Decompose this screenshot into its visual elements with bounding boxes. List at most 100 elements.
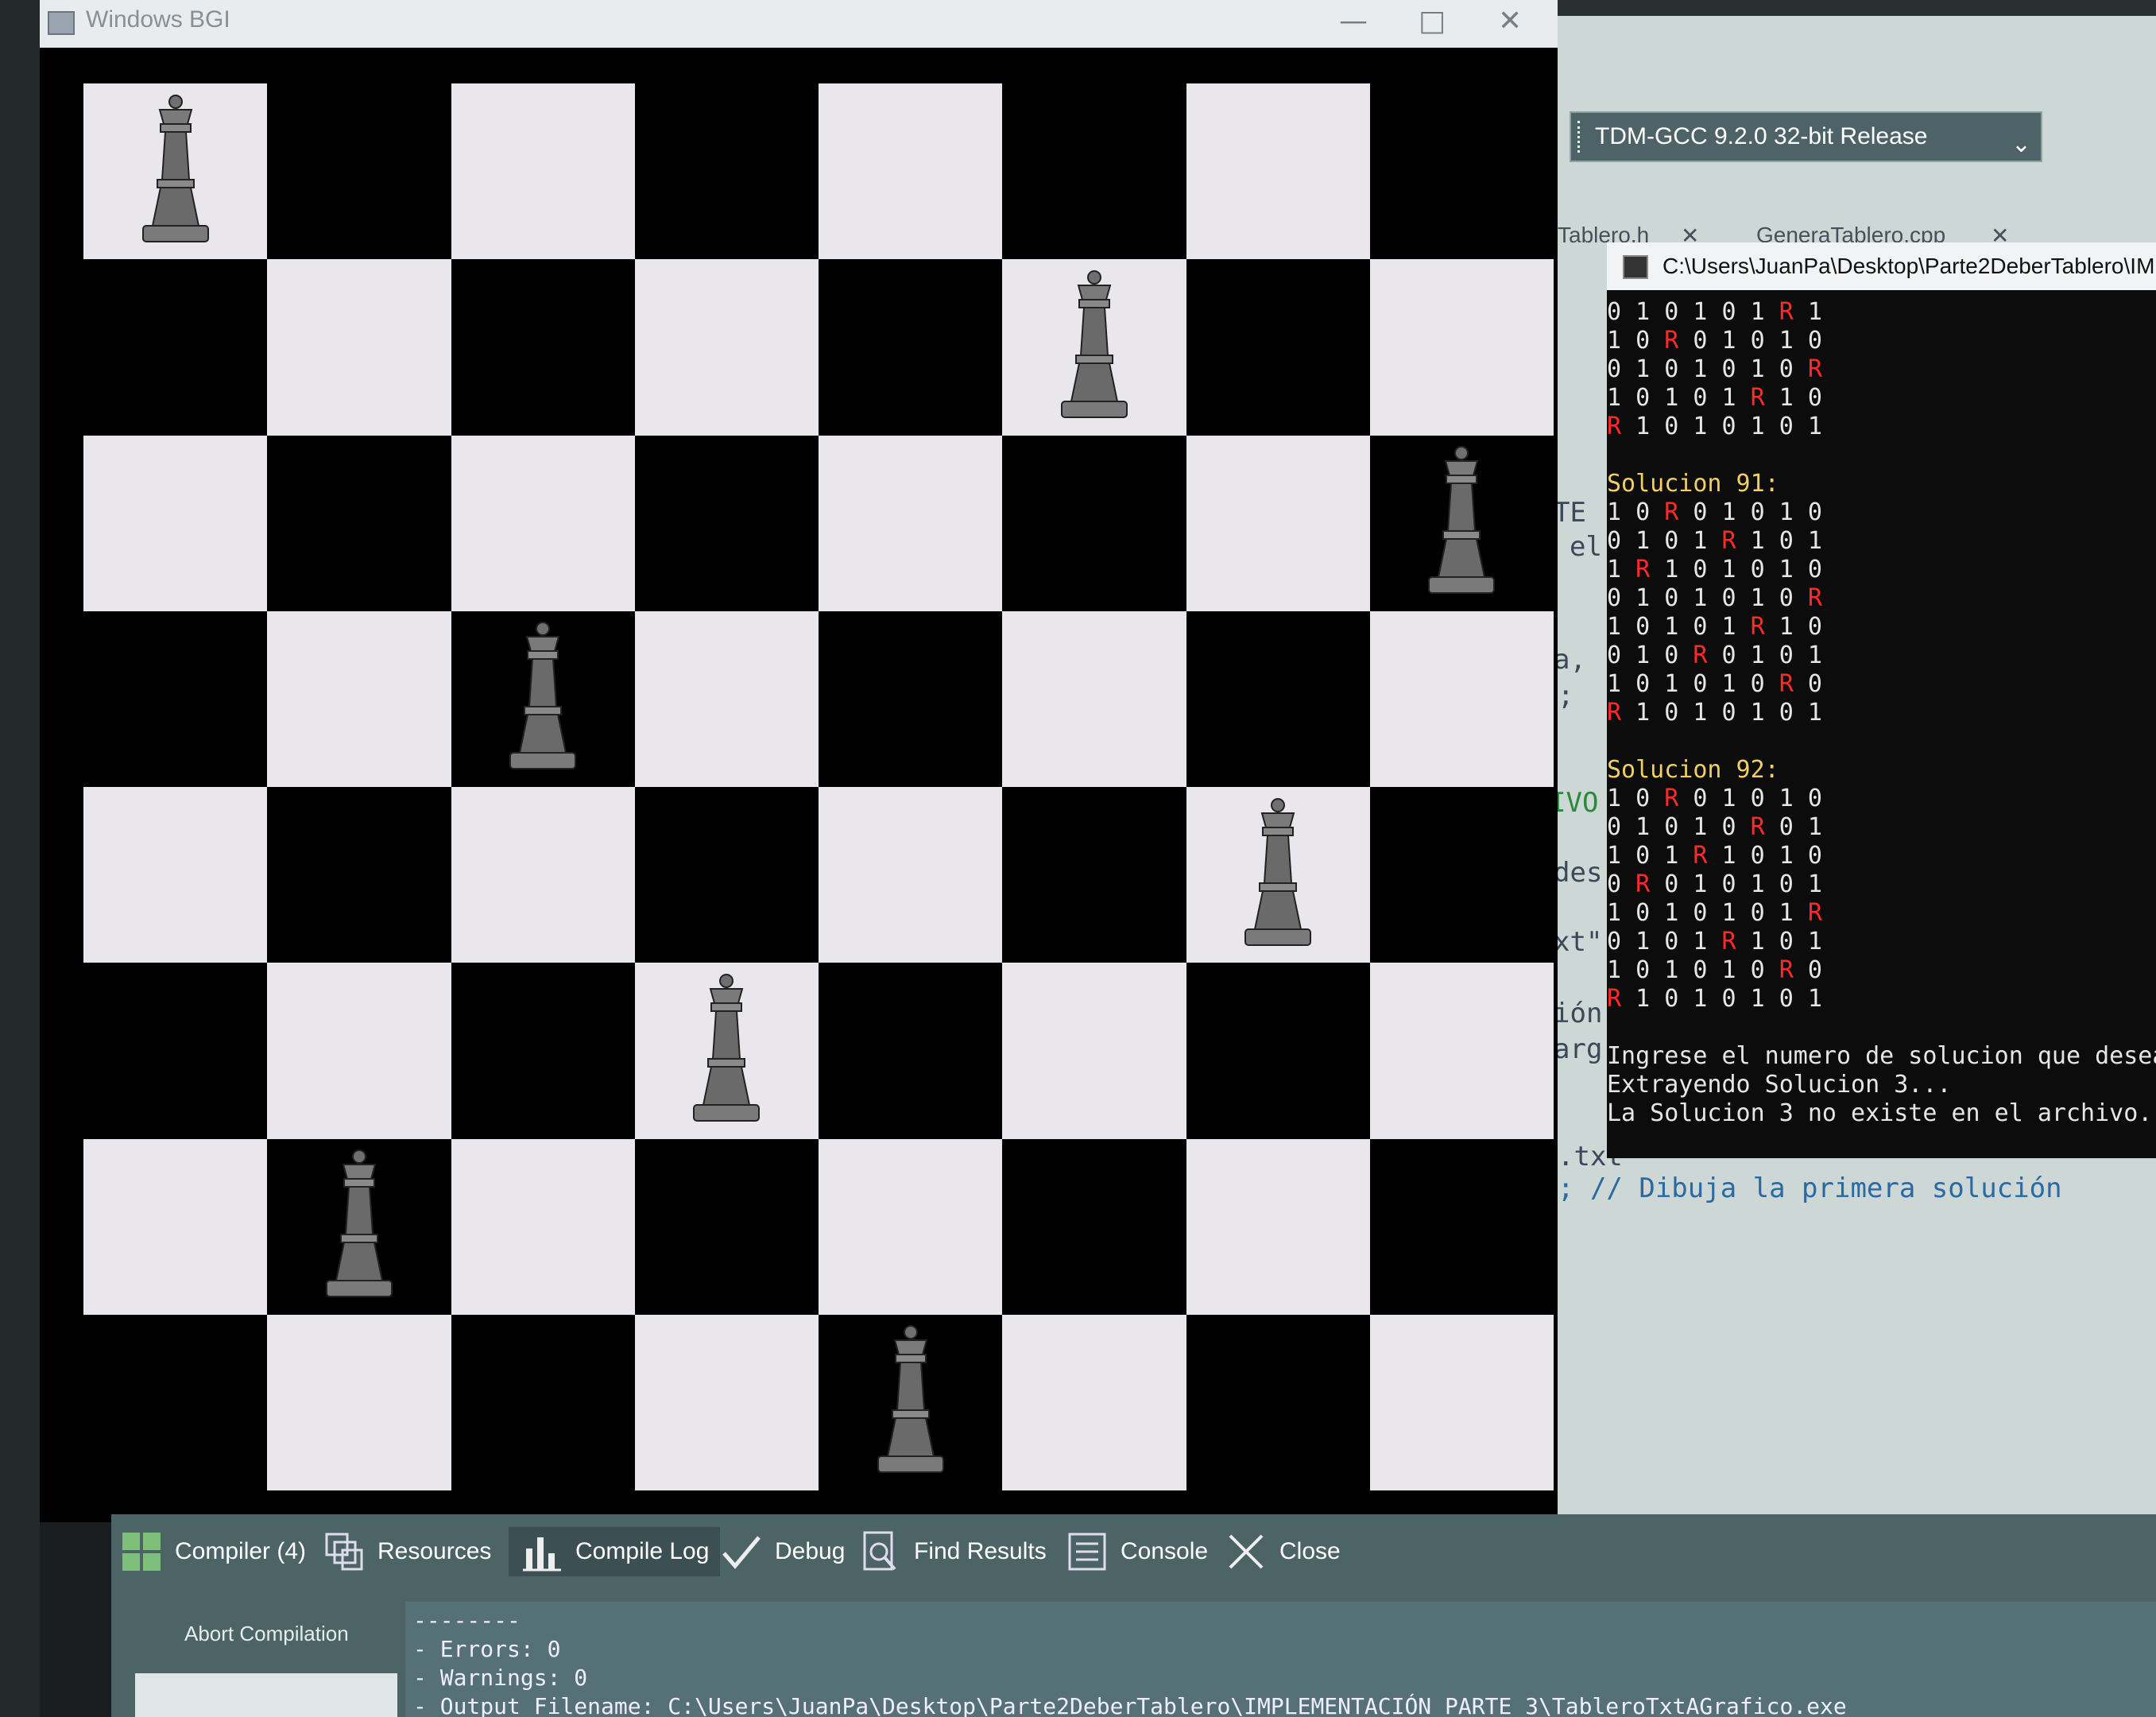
monitor-bezel <box>0 0 40 1717</box>
chess-board <box>83 83 1554 1490</box>
board-square <box>1186 963 1370 1139</box>
tab-compile-log[interactable]: Compile Log <box>509 1527 721 1576</box>
queen-icon <box>315 1147 403 1306</box>
board-square <box>451 435 635 611</box>
board-square <box>819 259 1003 436</box>
ide-top-bar <box>1554 0 2156 16</box>
tab-label: Find Results <box>914 1538 1047 1564</box>
board-square <box>1186 1138 1370 1315</box>
toolbar-grip-icon <box>1577 121 1583 153</box>
code-fragment: xt" <box>1554 926 1603 958</box>
console-line: 1 0 R 0 1 0 1 0 <box>1607 498 1822 526</box>
board-square <box>634 787 819 963</box>
tab-debug[interactable]: Debug <box>719 1527 845 1576</box>
bar-chart-icon <box>520 1529 564 1574</box>
tab-label: Resources <box>377 1538 492 1564</box>
console-line: 1 0 1 0 1 0 1 R <box>1607 899 1822 927</box>
board-square <box>1186 259 1370 436</box>
board-square <box>819 1138 1003 1315</box>
console-line: La Solucion 3 no existe en el archivo. <box>1607 1099 2153 1127</box>
queen-icon <box>1418 444 1505 603</box>
grid-icon <box>119 1529 164 1574</box>
board-square <box>1002 435 1186 611</box>
tab-label: Debug <box>775 1538 846 1564</box>
board-square <box>83 787 268 963</box>
tab-close[interactable]: Close <box>1224 1527 1341 1576</box>
maximize-button[interactable]: □ <box>1419 5 1446 37</box>
tab-label: Close <box>1279 1538 1341 1564</box>
board-square <box>819 963 1003 1139</box>
code-fragment: ; // Dibuja la primera solución <box>1558 1172 2062 1204</box>
board-square <box>819 83 1003 260</box>
chevron-down-icon[interactable]: ⌄ <box>2011 121 2031 169</box>
bgi-title-bar[interactable]: Windows BGI — □ ✕ <box>40 0 1558 48</box>
close-button[interactable]: ✕ <box>1498 5 1522 37</box>
queen-icon <box>1051 268 1138 427</box>
tab-label: Console <box>1121 1538 1209 1564</box>
abort-compilation-button[interactable]: Abort Compilation <box>184 1622 349 1646</box>
console-line: 0 1 0 1 0 1 R 1 <box>1607 298 1822 326</box>
board-square <box>1002 83 1186 260</box>
compiler-select-value: TDM-GCC 9.2.0 32-bit Release <box>1595 123 1928 149</box>
board-square <box>634 610 819 787</box>
board-square <box>267 83 451 260</box>
code-fragment: a, <box>1554 644 1586 676</box>
board-square <box>1002 610 1186 787</box>
console-line: Solucion 91: <box>1607 470 1779 498</box>
board-square <box>1186 1314 1370 1490</box>
console-line: 1 0 1 0 1 R 1 0 <box>1607 384 1822 412</box>
console-title-bar[interactable]: C:\Users\JuanPa\Desktop\Parte2DeberTable… <box>1607 242 2156 290</box>
queen-icon <box>867 1323 954 1482</box>
console-line: 1 0 1 0 1 0 R 0 <box>1607 956 1822 984</box>
board-square <box>451 963 635 1139</box>
code-fragment: el <box>1570 531 1602 563</box>
code-fragment: des <box>1554 857 1603 889</box>
console-line: R 1 0 1 0 1 0 1 <box>1607 699 1822 727</box>
board-square <box>634 83 819 260</box>
board-square <box>1369 610 1554 787</box>
minimize-button[interactable]: — <box>1339 5 1368 37</box>
tab-resources[interactable]: Resources <box>322 1527 491 1576</box>
board-square <box>83 259 268 436</box>
board-square <box>451 259 635 436</box>
board-square <box>267 435 451 611</box>
board-square <box>634 1314 819 1490</box>
board-square <box>267 1314 451 1490</box>
bottom-panel: Compiler (4) Resources Compile Log Debug… <box>111 1514 2156 1717</box>
board-square <box>1002 1138 1186 1315</box>
queen-icon <box>499 619 586 778</box>
board-square <box>267 259 451 436</box>
console-title: C:\Users\JuanPa\Desktop\Parte2DeberTable… <box>1662 254 2156 278</box>
board-square <box>1369 787 1554 963</box>
board-square <box>1369 259 1554 436</box>
tab-label: Compiler (4) <box>175 1538 307 1564</box>
console-line: R 1 0 1 0 1 0 1 <box>1607 985 1822 1013</box>
tab-compiler[interactable]: Compiler (4) <box>119 1527 306 1576</box>
board-square <box>1002 787 1186 963</box>
board-square <box>634 259 819 436</box>
console-line: 1 0 1 0 1 R 1 0 <box>1607 613 1822 641</box>
queen-icon <box>132 92 219 251</box>
check-icon <box>719 1529 764 1574</box>
bgi-window-title: Windows BGI <box>86 6 230 33</box>
tab-find-results[interactable]: Find Results <box>858 1527 1047 1576</box>
console-line: 1 R 1 0 1 0 1 0 <box>1607 556 1822 583</box>
bgi-window[interactable]: Windows BGI — □ ✕ <box>40 0 1558 1522</box>
code-fragment: TE <box>1554 497 1586 529</box>
compiler-select[interactable]: TDM-GCC 9.2.0 32-bit Release ⌄ <box>1570 111 2042 162</box>
console-window[interactable]: C:\Users\JuanPa\Desktop\Parte2DeberTable… <box>1607 242 2156 1158</box>
console-line: 0 1 0 1 0 R 0 1 <box>1607 813 1822 841</box>
code-fragment: ; <box>1558 680 1574 711</box>
console-app-icon <box>1623 255 1648 279</box>
tab-console[interactable]: Console <box>1065 1527 1208 1576</box>
board-square <box>83 1314 268 1490</box>
board-square <box>819 787 1003 963</box>
app-icon <box>48 11 75 35</box>
board-square <box>1369 83 1554 260</box>
board-square <box>634 435 819 611</box>
console-line: Solucion 92: <box>1607 756 1779 784</box>
console-line: 1 0 1 0 1 0 R 0 <box>1607 670 1822 698</box>
board-square <box>451 787 635 963</box>
